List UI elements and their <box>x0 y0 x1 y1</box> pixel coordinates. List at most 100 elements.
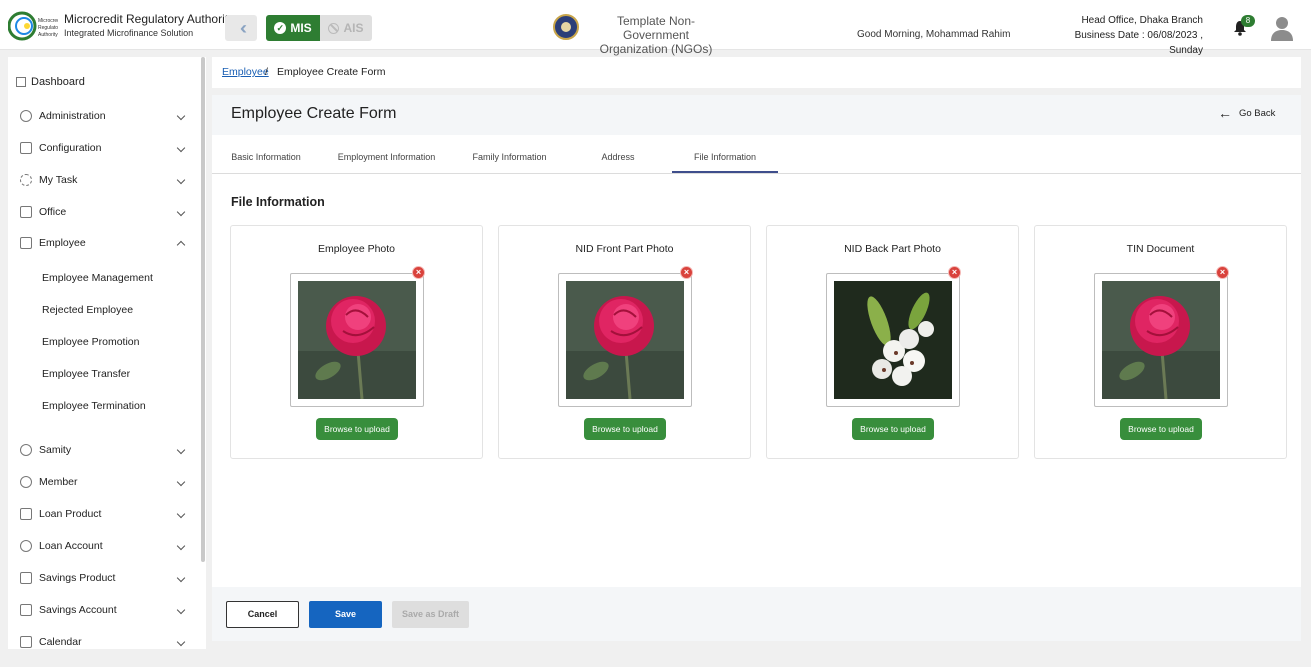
brand-subtitle: Integrated Microfinance Solution <box>64 28 194 38</box>
sidebar-item-my-task[interactable]: My Task <box>8 169 198 191</box>
cancel-button[interactable]: Cancel <box>226 601 299 628</box>
government-seal-icon <box>553 14 579 40</box>
savings-product-icon <box>20 572 32 584</box>
remove-icon[interactable]: × <box>948 266 961 279</box>
tab-address[interactable]: Address <box>588 143 648 173</box>
form-tabs: Basic Information Employment Information… <box>212 143 1301 174</box>
chevron-down-icon <box>176 541 186 551</box>
sidebar-item-loan-product[interactable]: Loan Product <box>8 503 198 525</box>
go-back-label: Go Back <box>1239 107 1276 119</box>
module-mis-label: MIS <box>290 21 312 35</box>
remove-icon[interactable]: × <box>680 266 693 279</box>
chevron-down-icon <box>176 509 186 519</box>
page-title: Employee Create Form <box>231 105 397 122</box>
sidebar-item-office[interactable]: Office <box>8 201 198 223</box>
save-button[interactable]: Save <box>309 601 382 628</box>
go-back-button[interactable]: ← Go Back <box>1218 105 1275 121</box>
photo-preview <box>1094 273 1228 407</box>
sidebar-item-label: Office <box>39 206 67 218</box>
svg-text:Regulatory: Regulatory <box>38 25 58 31</box>
task-circle-icon <box>20 174 32 186</box>
samity-icon <box>20 444 32 456</box>
user-avatar-icon[interactable] <box>1270 15 1294 41</box>
sidebar-item-label: Member <box>39 476 78 488</box>
calendar-icon <box>20 636 32 648</box>
tab-file-information[interactable]: File Information <box>672 143 778 173</box>
sidebar-item-configuration[interactable]: Configuration <box>8 137 198 159</box>
sidebar-item-member[interactable]: Member <box>8 471 198 493</box>
sidebar-subitem-rejected-employee[interactable]: Rejected Employee <box>42 300 133 320</box>
brand-title: Microcredit Regulatory Authority <box>64 12 235 26</box>
chevron-down-icon <box>176 637 186 647</box>
sidebar-subitem-employee-management[interactable]: Employee Management <box>42 268 153 288</box>
upload-card-label: Employee Photo <box>317 243 396 255</box>
tab-employment-information[interactable]: Employment Information <box>328 143 445 173</box>
browse-upload-button[interactable]: Browse to upload <box>316 418 398 440</box>
grid-icon <box>16 77 26 87</box>
sidebar-item-administration[interactable]: Administration <box>8 105 198 127</box>
user-greeting: Good Morning, Mohammad Rahim <box>857 29 1011 40</box>
sidebar-subitem-employee-termination[interactable]: Employee Termination <box>42 396 146 416</box>
upload-card-employee-photo: Employee Photo × Browse to upload <box>230 225 483 459</box>
photo-preview <box>558 273 692 407</box>
breadcrumb-link-employee[interactable]: Employee <box>222 66 269 78</box>
sidebar-item-label: My Task <box>39 174 78 186</box>
sidebar-item-savings-account[interactable]: Savings Account <box>8 599 198 621</box>
org-name-line1: Template Non-Government <box>616 14 696 42</box>
main-panel: Employee Create Form ← Go Back Basic Inf… <box>212 95 1301 587</box>
module-ais-button[interactable]: AIS <box>320 15 372 41</box>
rose-image <box>1102 281 1220 399</box>
upload-card-label: NID Back Part Photo <box>844 243 941 255</box>
module-ais-label: AIS <box>343 21 364 35</box>
sidebar-subitem-employee-transfer[interactable]: Employee Transfer <box>42 364 130 384</box>
save-as-draft-button[interactable]: Save as Draft <box>392 601 469 628</box>
sidebar-item-label: Dashboard <box>31 76 85 88</box>
sidebar-subitem-employee-promotion[interactable]: Employee Promotion <box>42 332 139 352</box>
chevron-down-icon <box>176 573 186 583</box>
sidebar-item-employee[interactable]: Employee <box>8 232 198 254</box>
browse-upload-button[interactable]: Browse to upload <box>584 418 666 440</box>
loan-account-icon <box>20 540 32 552</box>
chevron-down-icon <box>176 111 186 121</box>
svg-text:Authority: Authority <box>38 32 58 38</box>
notification-badge: 8 <box>1241 15 1255 27</box>
sidebar-item-loan-account[interactable]: Loan Account <box>8 535 198 557</box>
sidebar-item-samity[interactable]: Samity <box>8 439 198 461</box>
module-toggle[interactable]: ✓ MIS AIS <box>266 15 372 41</box>
ban-icon <box>328 22 340 34</box>
chevron-down-icon <box>176 207 186 217</box>
breadcrumb-separator: / <box>265 66 268 78</box>
browse-upload-button[interactable]: Browse to upload <box>852 418 934 440</box>
double-chevron-left-icon: ‹‹ <box>240 17 247 38</box>
sidebar-item-label: Savings Account <box>39 604 117 616</box>
chevron-down-icon <box>176 605 186 615</box>
sidebar-item-label: Loan Product <box>39 508 102 520</box>
organization-name: Template Non-Government Organization (NG… <box>586 14 726 56</box>
chevron-down-icon <box>176 445 186 455</box>
module-mis-button[interactable]: ✓ MIS <box>266 15 320 41</box>
chevron-down-icon <box>176 175 186 185</box>
sidebar-item-savings-product[interactable]: Savings Product <box>8 567 198 589</box>
remove-icon[interactable]: × <box>412 266 425 279</box>
rose-image <box>566 281 684 399</box>
remove-icon[interactable]: × <box>1216 266 1229 279</box>
tab-basic-information[interactable]: Basic Information <box>224 143 308 173</box>
chevron-down-icon <box>176 477 186 487</box>
upload-card-nid-back: NID Back Part Photo × Browse to upload <box>766 225 1019 459</box>
sliders-icon <box>20 142 32 154</box>
tab-family-information[interactable]: Family Information <box>464 143 555 173</box>
sidebar-item-calendar[interactable]: Calendar <box>8 631 198 649</box>
section-title: File Information <box>231 195 325 209</box>
branch-name: Head Office, Dhaka Branch <box>1081 15 1203 26</box>
sidebar-item-label: Loan Account <box>39 540 103 552</box>
form-actions: Cancel Save Save as Draft <box>212 587 1301 641</box>
sidebar-item-dashboard[interactable]: Dashboard <box>8 71 198 93</box>
sidebar-scrollbar[interactable] <box>201 57 205 562</box>
sidebar-item-label: Savings Product <box>39 572 116 584</box>
photo-preview <box>826 273 960 407</box>
collapse-sidebar-button[interactable]: ‹‹ <box>225 15 257 41</box>
arrow-left-icon: ← <box>1218 105 1232 121</box>
admin-user-icon <box>20 110 32 122</box>
business-date: Business Date : 06/08/2023 , Sunday <box>1074 30 1203 56</box>
browse-upload-button[interactable]: Browse to upload <box>1120 418 1202 440</box>
